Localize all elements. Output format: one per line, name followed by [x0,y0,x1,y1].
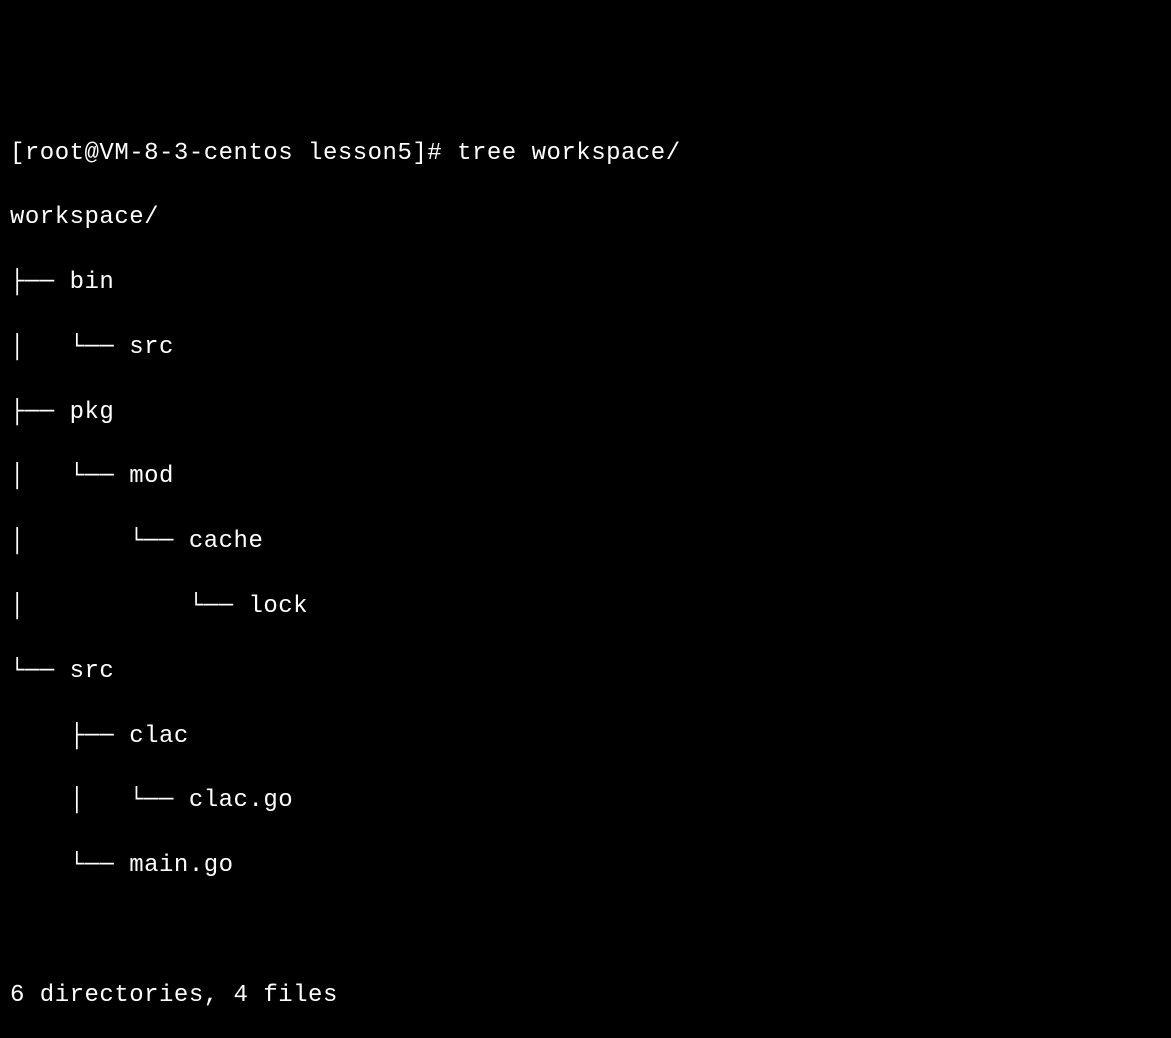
tree-root: workspace/ [10,202,1161,234]
tree-line: └── src [10,656,1161,688]
shell-prompt-line[interactable]: [root@VM-8-3-centos lesson5]# tree works… [10,138,1161,170]
prompt-command: tree workspace/ [457,140,681,167]
tree-line: │ └── clac.go [10,785,1161,817]
tree-line: ├── pkg [10,397,1161,429]
tree-line: │ └── lock [10,591,1161,623]
tree-summary: 6 directories, 4 files [10,980,1161,1012]
tree-line: ├── clac [10,721,1161,753]
tree-line: └── main.go [10,850,1161,882]
tree-line: ├── bin [10,267,1161,299]
tree-line: │ └── cache [10,526,1161,558]
prompt-user-host: [root@VM-8-3-centos lesson5]# [10,140,442,167]
tree-line: │ └── src [10,332,1161,364]
blank-line [10,915,1161,947]
tree-line: │ └── mod [10,461,1161,493]
